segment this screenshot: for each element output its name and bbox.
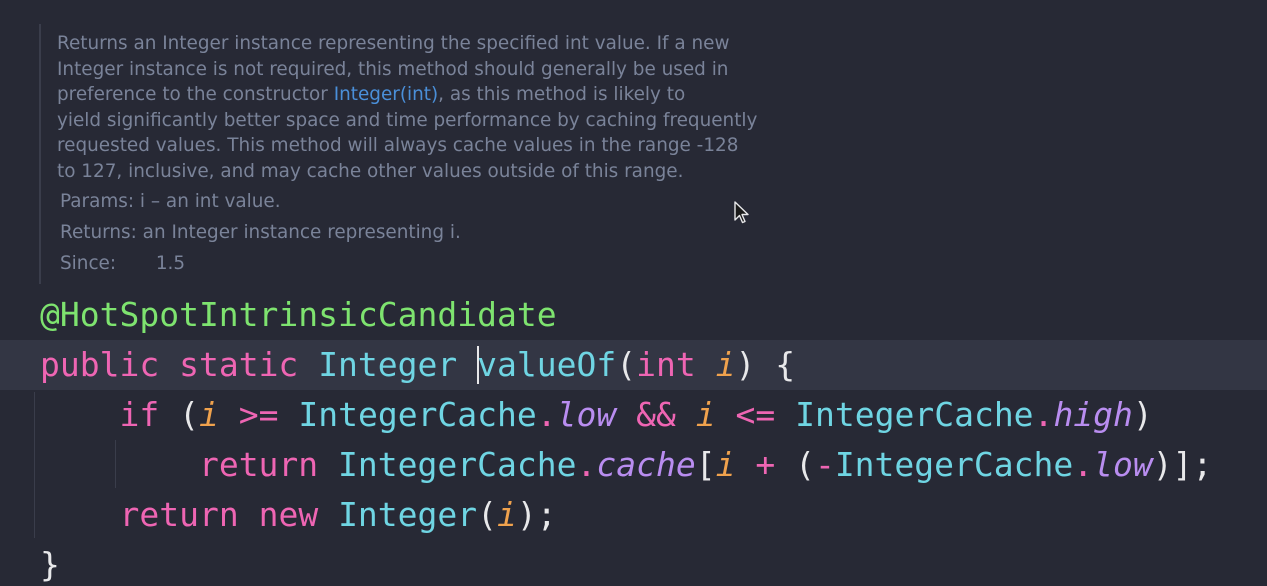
class-name: IntegerCache <box>795 395 1034 434</box>
punctuation: ) { <box>735 345 796 384</box>
operator: - <box>814 445 835 484</box>
code-line-6[interactable]: } <box>0 540 1267 586</box>
doc-returns-value: an Integer instance representing i. <box>142 222 461 243</box>
punctuation: ( <box>179 395 199 434</box>
punctuation: ); <box>516 495 557 534</box>
class-name: Integer <box>338 495 478 534</box>
operator: . <box>1033 395 1054 434</box>
method-name: valueOf <box>477 345 617 384</box>
doc-returns-tag: Returns: <box>60 222 137 243</box>
mouse-pointer-icon <box>734 201 749 224</box>
doc-link-integer-int[interactable]: Integer(int) <box>334 84 438 105</box>
javadoc-description: Returns an Integer instance representing… <box>57 31 837 184</box>
operator: <= <box>735 395 776 434</box>
doc-line: Integer instance is not required, this m… <box>57 58 729 80</box>
doc-params-row: Params: i – an int value. <box>60 191 281 212</box>
doc-returns-row: Returns: an Integer instance representin… <box>60 222 461 243</box>
parameter-i: i <box>695 395 716 434</box>
punctuation: [ <box>695 445 716 484</box>
parameter-i: i <box>715 345 736 384</box>
operator: >= <box>238 395 279 434</box>
punctuation: ( <box>477 495 498 534</box>
code-line-5[interactable]: return new Integer(i); <box>0 490 1267 540</box>
punctuation: )]; <box>1152 445 1213 484</box>
field-low: low <box>556 395 617 434</box>
javadoc-block: Returns an Integer instance representing… <box>39 24 757 284</box>
operator: . <box>576 445 597 484</box>
code-line-2-current[interactable]: public static Integer valueOf(int i) { <box>0 340 1267 390</box>
field-low: low <box>1093 445 1153 484</box>
keyword-return: return <box>198 445 319 484</box>
keyword-static: static <box>179 345 299 384</box>
text-caret <box>477 345 480 384</box>
punctuation: ( <box>616 345 637 384</box>
class-name: IntegerCache <box>338 445 577 484</box>
annotation: @HotSpotIntrinsicCandidate <box>40 295 557 334</box>
doc-since-value: 1.5 <box>155 253 186 274</box>
keyword-if: if <box>119 395 160 434</box>
doc-params-value: i – an int value. <box>139 191 281 212</box>
code-editor[interactable]: Returns an Integer instance representing… <box>0 0 1267 586</box>
code-line-1[interactable]: @HotSpotIntrinsicCandidate <box>0 290 1267 340</box>
closing-brace: } <box>40 545 60 584</box>
class-name: IntegerCache <box>834 445 1074 484</box>
doc-line-text: , as this method is likely to <box>438 84 686 105</box>
code-line-3[interactable]: if (i >= IntegerCache.low && i <= Intege… <box>0 390 1267 440</box>
doc-line: Returns an Integer instance representing… <box>57 33 730 54</box>
code-line-4[interactable]: return IntegerCache.cache[i + (-IntegerC… <box>0 440 1267 490</box>
doc-line: preference to the constructor Integer(in… <box>57 82 837 108</box>
operator: . <box>1073 445 1094 484</box>
operator: . <box>536 395 557 434</box>
class-name: IntegerCache <box>298 395 537 434</box>
doc-line-text: preference to the constructor <box>57 84 334 105</box>
parameter-i: i <box>715 445 736 484</box>
punctuation: ( <box>795 445 815 484</box>
keyword-new: new <box>258 495 319 534</box>
field-high: high <box>1053 395 1133 434</box>
doc-line: to 127, inclusive, and may cache other v… <box>57 160 684 182</box>
doc-line: yield significantly better space and tim… <box>57 109 758 131</box>
doc-params-tag: Params: <box>60 191 135 212</box>
keyword-return: return <box>119 495 239 534</box>
doc-line: requested values. This method will alway… <box>57 135 739 156</box>
field-cache: cache <box>596 445 696 484</box>
parameter-i: i <box>497 495 517 534</box>
doc-since-tag: Since: <box>60 253 117 274</box>
punctuation: ) <box>1132 395 1153 434</box>
return-type: Integer <box>318 345 458 384</box>
parameter-i: i <box>198 395 219 434</box>
doc-since-row: Since: 1.5 <box>60 253 185 274</box>
operator: + <box>755 445 776 484</box>
operator: && <box>636 395 676 434</box>
keyword-public: public <box>40 345 160 384</box>
keyword-int: int <box>636 345 696 384</box>
